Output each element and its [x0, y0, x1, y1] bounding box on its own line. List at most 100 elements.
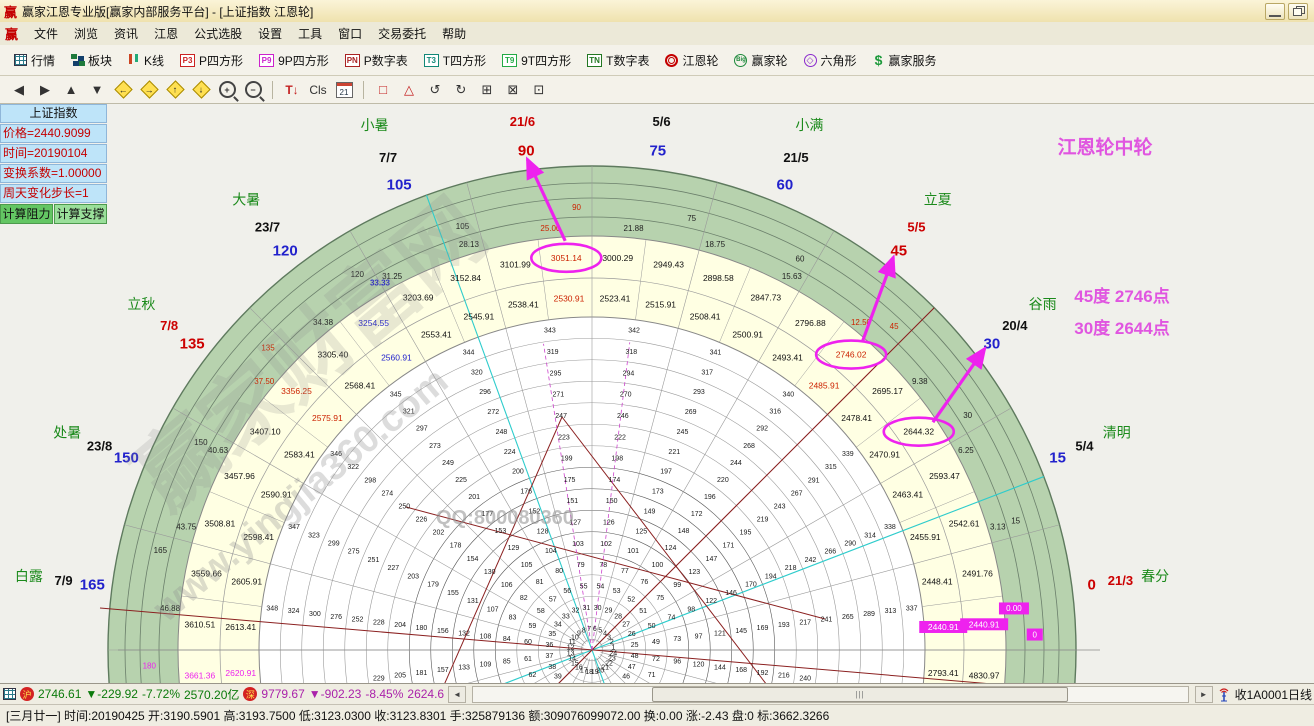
arrow-glyph: → [145, 85, 154, 95]
scrollbar-thumb[interactable]: ||| [652, 687, 1068, 702]
svg-text:2898.58: 2898.58 [703, 273, 734, 283]
expand-tool-button[interactable]: ⊞ [476, 79, 498, 101]
calendar-button[interactable]: 21 [333, 79, 355, 101]
svg-text:171: 171 [723, 543, 735, 550]
calc-resistance-button[interactable]: 计算阻力 [0, 204, 53, 224]
svg-text:15.63: 15.63 [782, 272, 803, 281]
svg-text:108: 108 [480, 633, 492, 640]
toolbar-T数字表[interactable]: TNT数字表 [579, 48, 657, 73]
svg-text:52: 52 [627, 596, 635, 603]
svg-text:61: 61 [524, 656, 532, 663]
svg-text:293: 293 [693, 389, 705, 396]
svg-text:200: 200 [512, 469, 524, 476]
svg-text:147: 147 [706, 556, 718, 563]
svg-text:2796.88: 2796.88 [795, 318, 826, 328]
svg-text:26: 26 [628, 631, 636, 638]
menu-item-7[interactable]: 工具 [290, 23, 330, 44]
menu-item-3[interactable]: 资讯 [106, 23, 146, 44]
P3-icon: P3 [180, 54, 195, 67]
toolbar-P四方形[interactable]: P3P四方形 [172, 48, 251, 73]
svg-text:273: 273 [429, 443, 441, 450]
svg-text:2695.17: 2695.17 [872, 386, 903, 396]
toolbar-六角形[interactable]: ◇六角形 [796, 48, 865, 73]
svg-text:2470.91: 2470.91 [869, 449, 900, 459]
menu-item-1[interactable]: 文件 [26, 23, 66, 44]
rotate-ccw-button[interactable]: ↺ [424, 79, 446, 101]
svg-text:3101.99: 3101.99 [500, 260, 531, 270]
svg-text:181: 181 [416, 670, 428, 677]
menu-item-6[interactable]: 设置 [250, 23, 290, 44]
toolbar-T四方形[interactable]: T3T四方形 [416, 48, 494, 73]
svg-text:15: 15 [1011, 516, 1020, 525]
svg-text:275: 275 [348, 549, 360, 556]
svg-text:276: 276 [330, 614, 342, 621]
pan-up-button[interactable]: ↑ [164, 79, 186, 101]
menu-item-4[interactable]: 江恩 [146, 23, 186, 44]
menu-item-9[interactable]: 交易委托 [370, 23, 434, 44]
svg-text:343: 343 [544, 328, 556, 335]
rect-tool-button[interactable]: □ [372, 79, 394, 101]
minimize-button[interactable] [1265, 3, 1285, 20]
nav-right-button[interactable]: ▶ [34, 79, 56, 101]
nav-down-button[interactable]: ▼ [86, 79, 108, 101]
toolbar-板块[interactable]: 板块 [63, 48, 120, 73]
svg-text:59: 59 [529, 623, 537, 630]
sh-percent: -7.72% [142, 687, 180, 701]
menu-item-5[interactable]: 公式选股 [186, 23, 250, 44]
cls-button[interactable]: Cls [307, 79, 329, 101]
zoom-in-button[interactable]: + [216, 79, 238, 101]
collapse-tool-button[interactable]: ⊠ [502, 79, 524, 101]
rotate-cw-button[interactable]: ↻ [450, 79, 472, 101]
svg-text:2593.47: 2593.47 [929, 471, 960, 481]
pan-right-button[interactable]: → [138, 79, 160, 101]
svg-text:149: 149 [644, 508, 656, 515]
svg-text:220: 220 [717, 477, 729, 484]
svg-text:199: 199 [561, 456, 573, 463]
toolbar-江恩轮[interactable]: 江恩轮 [657, 48, 726, 73]
t-down-button[interactable]: T↓ [281, 79, 303, 101]
toolbar-赢家轮[interactable]: Big赢家轮 [726, 48, 795, 73]
menu-item-10[interactable]: 帮助 [434, 23, 474, 44]
calc-support-button[interactable]: 计算支撑 [54, 204, 107, 224]
toolbar-9T四方形[interactable]: T99T四方形 [494, 48, 579, 73]
nav-left-button[interactable]: ◀ [8, 79, 30, 101]
svg-text:203: 203 [407, 573, 419, 580]
candlestick-icon [128, 54, 140, 67]
toolbar-label: 9P四方形 [278, 52, 329, 69]
svg-text:323: 323 [308, 532, 320, 539]
horizontal-scrollbar[interactable]: ||| [472, 686, 1189, 703]
coefficient-row: 变换系数=1.00000 [0, 164, 107, 183]
nav-up-button[interactable]: ▲ [60, 79, 82, 101]
svg-text:248: 248 [496, 429, 508, 436]
svg-text:8: 8 [582, 628, 586, 635]
svg-text:2605.91: 2605.91 [231, 576, 262, 586]
svg-text:2493.41: 2493.41 [772, 352, 803, 362]
toolbar-K线[interactable]: K线 [120, 48, 172, 73]
toolbar-9P四方形[interactable]: P99P四方形 [251, 48, 337, 73]
svg-text:37: 37 [545, 653, 553, 660]
svg-text:291: 291 [808, 477, 820, 484]
menu-item-8[interactable]: 窗口 [330, 23, 370, 44]
svg-text:128: 128 [537, 528, 549, 535]
present-tool-button[interactable]: ⊡ [528, 79, 550, 101]
pan-left-button[interactable]: ← [112, 79, 134, 101]
svg-text:28: 28 [614, 613, 622, 620]
restore-button[interactable] [1288, 3, 1308, 20]
svg-text:45度 2746点: 45度 2746点 [1074, 286, 1169, 306]
triangle-tool-button[interactable]: △ [398, 79, 420, 101]
zoom-out-button[interactable]: − [242, 79, 264, 101]
toolbar-P数字表[interactable]: PNP数字表 [337, 48, 416, 73]
toolbar-label: 六角形 [821, 52, 857, 69]
pan-down-button[interactable]: ↓ [190, 79, 212, 101]
toolbar-赢家服务[interactable]: $赢家服务 [865, 48, 945, 73]
svg-text:21.88: 21.88 [624, 224, 645, 233]
svg-text:272: 272 [487, 409, 499, 416]
index-info-panel: 上证指数 价格=2440.9099 时间=20190104 变换系数=1.000… [0, 104, 107, 224]
scroll-left-button[interactable]: ◄ [448, 686, 466, 703]
menu-item-2[interactable]: 浏览 [66, 23, 106, 44]
scroll-right-button[interactable]: ► [1195, 686, 1213, 703]
quote-grid-icon[interactable] [3, 688, 16, 700]
gann-wheel-chart[interactable]: 1234567891011121314151617181920212223242… [0, 104, 1314, 683]
toolbar-行情[interactable]: 行情 [6, 48, 63, 73]
ohlc-status-text: [三月廿一] 时间:20190425 开:3190.5901 高:3193.75… [6, 707, 829, 724]
